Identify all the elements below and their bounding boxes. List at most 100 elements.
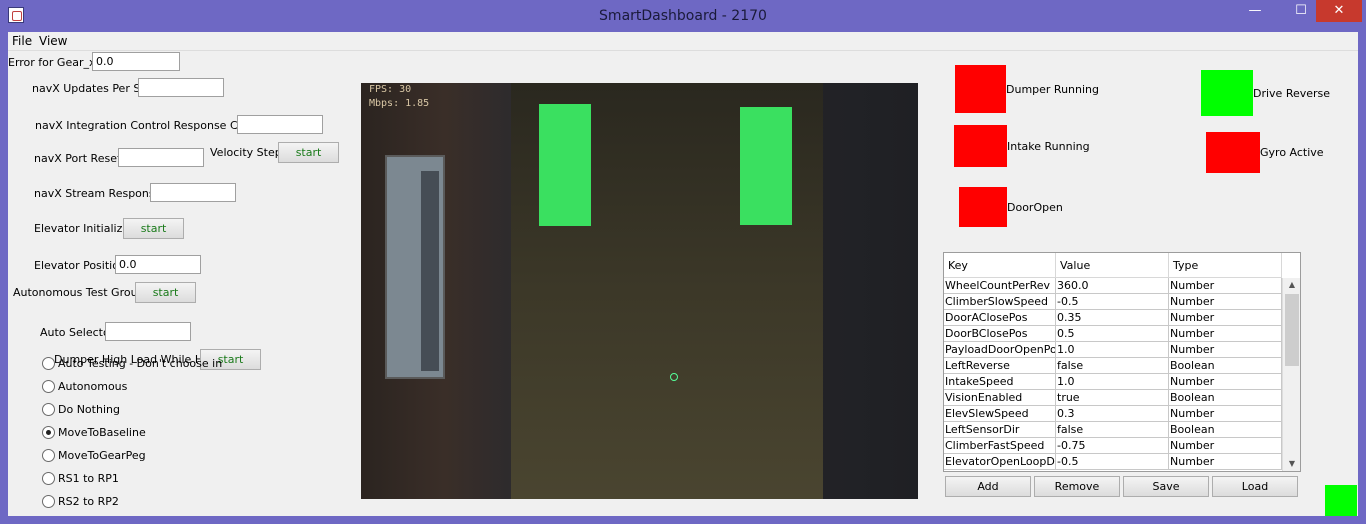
dumper-running-label: Dumper Running [1006, 83, 1100, 96]
table-row[interactable]: WheelCountPerRev 360.0 Number [944, 278, 1282, 294]
camera-window-frame [421, 171, 439, 371]
key-cell[interactable]: IntakeSpeed [944, 374, 1056, 390]
add-button[interactable]: Add [945, 476, 1031, 497]
table-row[interactable]: ElevatorOpenLoopDn -0.5 Number [944, 454, 1282, 470]
camera-stream[interactable]: FPS: 30 Mbps: 1.85 [361, 83, 918, 499]
value-cell[interactable]: 0.5 [1056, 326, 1169, 342]
menu-bar: File View [8, 32, 1358, 51]
type-cell: Number [1169, 326, 1282, 342]
menu-view[interactable]: View [39, 34, 67, 48]
value-cell[interactable]: 0.3 [1056, 406, 1169, 422]
key-cell[interactable]: ClimberFastSpeed [944, 438, 1056, 454]
radio-button[interactable] [42, 403, 55, 416]
gyro-active-label: Gyro Active [1260, 146, 1324, 159]
save-button[interactable]: Save [1123, 476, 1209, 497]
value-cell[interactable]: -0.5 [1056, 454, 1169, 470]
value-cell[interactable]: true [1056, 390, 1169, 406]
key-cell[interactable]: LeftSensorDir [944, 422, 1056, 438]
column-header-type[interactable]: Type [1169, 253, 1282, 278]
key-cell[interactable]: ElevSlewSpeed [944, 406, 1056, 422]
intake-running-indicator [954, 125, 1007, 167]
door-open-indicator [959, 187, 1007, 227]
key-cell[interactable]: WheelCountPerRev [944, 278, 1056, 294]
scrollbar-thumb[interactable] [1285, 294, 1299, 366]
table-row[interactable]: ClimberFastSpeed -0.75 Number [944, 438, 1282, 454]
value-cell[interactable]: -0.5 [1056, 294, 1169, 310]
table-row[interactable]: VisionEnabled true Boolean [944, 390, 1282, 406]
key-cell[interactable]: VisionEnabled [944, 390, 1056, 406]
smartdashboard-window: SmartDashboard - 2170 — ☐ ✕ File View Er… [0, 0, 1366, 524]
load-button[interactable]: Load [1212, 476, 1298, 497]
auto-test-group-start-button[interactable]: start [135, 282, 196, 303]
value-cell[interactable]: false [1056, 422, 1169, 438]
auto-option-label: RS2 to RP2 [58, 495, 119, 508]
table-row[interactable]: ClimberSlowSpeed -0.5 Number [944, 294, 1282, 310]
navx-port-resets-label: navX Port Resets [34, 152, 128, 165]
type-cell: Number [1169, 406, 1282, 422]
minimize-button[interactable]: — [1242, 0, 1268, 22]
type-cell: Boolean [1169, 390, 1282, 406]
key-cell[interactable]: ElevatorOpenLoopDn [944, 454, 1056, 470]
radio-button[interactable] [42, 357, 55, 370]
auto-test-group-label: Autonomous Test Group [13, 286, 145, 299]
preferences-table: Key Value Type WheelCountPerRev 360.0 Nu… [943, 252, 1301, 472]
value-cell[interactable]: 0.35 [1056, 310, 1169, 326]
table-row[interactable]: LeftSensorDir false Boolean [944, 422, 1282, 438]
table-scrollbar[interactable]: ▲ ▼ [1282, 278, 1300, 471]
type-cell: Boolean [1169, 422, 1282, 438]
error-gear-label: Error for Gear_x: [8, 56, 100, 69]
type-cell: Number [1169, 294, 1282, 310]
radio-button[interactable] [42, 495, 55, 508]
table-row[interactable]: PayloadDoorOpenPos 1.0 Number [944, 342, 1282, 358]
value-cell[interactable]: false [1056, 358, 1169, 374]
auto-selector-field[interactable] [105, 322, 191, 341]
radio-button-selected[interactable] [42, 426, 55, 439]
value-cell[interactable]: 1.0 [1056, 342, 1169, 358]
crosshair-icon [670, 373, 678, 381]
auto-selector-label: Auto Selector [40, 326, 115, 339]
key-cell[interactable]: PayloadDoorOpenPos [944, 342, 1056, 358]
table-row[interactable]: DoorBClosePos 0.5 Number [944, 326, 1282, 342]
velocity-step-label: Velocity Step [210, 146, 282, 159]
intake-running-label: Intake Running [1007, 140, 1090, 153]
column-header-value[interactable]: Value [1056, 253, 1169, 278]
navx-integration-label: navX Integration Control Response Count [35, 119, 263, 132]
table-row[interactable]: LeftReverse false Boolean [944, 358, 1282, 374]
navx-integration-field[interactable] [237, 115, 323, 134]
camera-mbps: Mbps: 1.85 [369, 98, 430, 109]
radio-button[interactable] [42, 380, 55, 393]
drive-reverse-label: Drive Reverse [1253, 87, 1331, 100]
value-cell[interactable]: 360.0 [1056, 278, 1169, 294]
auto-option-label: RS1 to RP1 [58, 472, 119, 485]
table-row[interactable]: IntakeSpeed 1.0 Number [944, 374, 1282, 390]
drive-reverse-indicator [1201, 70, 1253, 116]
key-cell[interactable]: ClimberSlowSpeed [944, 294, 1056, 310]
elevator-position-field[interactable]: 0.0 [115, 255, 201, 274]
key-cell[interactable]: DoorAClosePos [944, 310, 1056, 326]
scroll-down-icon[interactable]: ▼ [1285, 457, 1299, 471]
menu-file[interactable]: File [12, 34, 32, 48]
table-row[interactable]: ElevSlewSpeed 0.3 Number [944, 406, 1282, 422]
table-row[interactable]: DoorAClosePos 0.35 Number [944, 310, 1282, 326]
maximize-button[interactable]: ☐ [1288, 0, 1314, 22]
radio-button[interactable] [42, 472, 55, 485]
navx-port-resets-field[interactable] [118, 148, 204, 167]
key-cell[interactable]: LeftReverse [944, 358, 1056, 374]
value-cell[interactable]: -0.75 [1056, 438, 1169, 454]
type-cell: Number [1169, 438, 1282, 454]
status-indicator [1325, 485, 1357, 516]
radio-button[interactable] [42, 449, 55, 462]
elevator-init-start-button[interactable]: start [123, 218, 184, 239]
velocity-step-start-button[interactable]: start [278, 142, 339, 163]
scroll-up-icon[interactable]: ▲ [1285, 278, 1299, 292]
elevator-position-label: Elevator Position [34, 259, 126, 272]
key-cell[interactable]: DoorBClosePos [944, 326, 1056, 342]
navx-updates-field[interactable] [138, 78, 224, 97]
title-bar[interactable]: SmartDashboard - 2170 — ☐ ✕ [0, 0, 1366, 32]
remove-button[interactable]: Remove [1034, 476, 1120, 497]
close-button[interactable]: ✕ [1316, 0, 1362, 22]
column-header-key[interactable]: Key [944, 253, 1056, 278]
value-cell[interactable]: 1.0 [1056, 374, 1169, 390]
error-gear-field[interactable]: 0.0 [92, 52, 180, 71]
navx-stream-field[interactable] [150, 183, 236, 202]
